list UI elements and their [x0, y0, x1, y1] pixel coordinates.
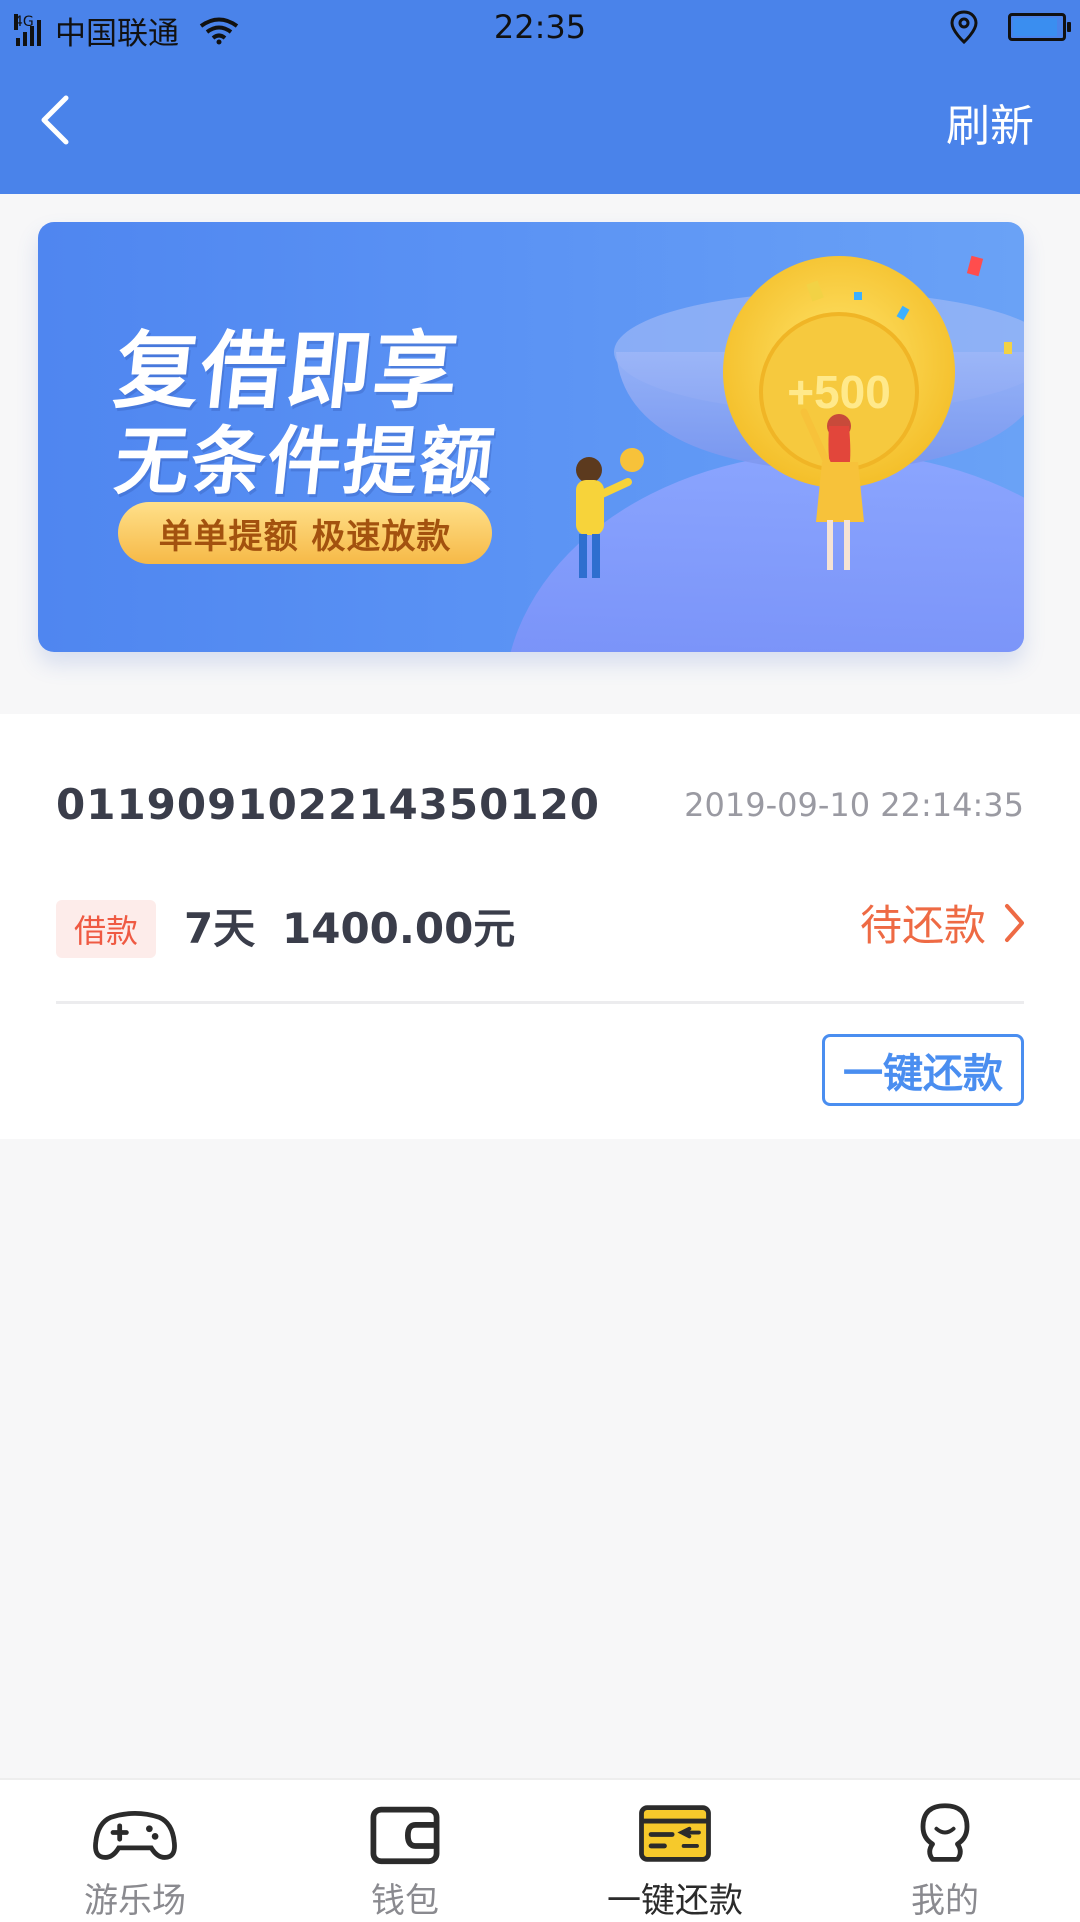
status-right	[950, 10, 1071, 44]
tab-label-mine: 我的	[911, 1881, 979, 1921]
banner-title-line2: 无条件提额	[110, 419, 500, 505]
nav-bar: 刷新	[0, 60, 1080, 194]
bottom-tab-bar: 游乐场 钱包 一键还款 我的	[0, 1778, 1080, 1922]
chevron-right-icon	[1005, 903, 1024, 942]
refresh-button[interactable]: 刷新	[946, 90, 1034, 154]
tab-label-repay: 一键还款	[607, 1881, 743, 1921]
tab-label-playground: 游乐场	[84, 1881, 186, 1921]
loan-term: 7天	[184, 904, 256, 953]
top-bar: 4G 中国联通 22:35 刷新	[0, 0, 1080, 194]
order-card: 0119091022143501​20 2019-09-10 22:14:35 …	[0, 714, 1080, 1139]
repay-card-icon	[639, 1805, 711, 1862]
tab-repay[interactable]: 一键还款	[540, 1780, 810, 1922]
battery-icon	[1008, 13, 1071, 41]
one-click-repay-button[interactable]: 一键还款	[822, 1034, 1024, 1106]
tab-label-wallet: 钱包	[371, 1881, 439, 1921]
location-icon	[950, 10, 978, 44]
wallet-icon	[370, 1806, 440, 1865]
tab-mine[interactable]: 我的	[810, 1780, 1080, 1922]
promo-banner[interactable]: 复借即享 无条件提额 单单提额 极速放款 +500	[38, 222, 1024, 652]
loan-type-badge: 借款	[56, 900, 156, 958]
status-bar: 4G 中国联通 22:35	[0, 0, 1080, 60]
order-status: 待还款	[859, 901, 986, 950]
banner-pill: 单单提额 极速放款	[118, 502, 492, 564]
loan-amount: 1400.00元	[282, 904, 516, 953]
order-datetime: 2019-09-10 22:14:35	[684, 786, 1024, 824]
back-arrow-icon[interactable]	[28, 90, 88, 150]
tab-playground[interactable]: 游乐场	[0, 1780, 270, 1922]
order-number: 0119091022143501​20	[56, 780, 601, 829]
order-status-link[interactable]: 待还款	[860, 892, 1026, 953]
divider	[56, 1001, 1024, 1004]
profile-icon	[920, 1803, 970, 1862]
clock: 22:35	[493, 8, 587, 46]
gamepad-icon	[93, 1811, 177, 1860]
tab-wallet[interactable]: 钱包	[270, 1780, 540, 1922]
banner-illustration: +500	[510, 255, 1024, 652]
